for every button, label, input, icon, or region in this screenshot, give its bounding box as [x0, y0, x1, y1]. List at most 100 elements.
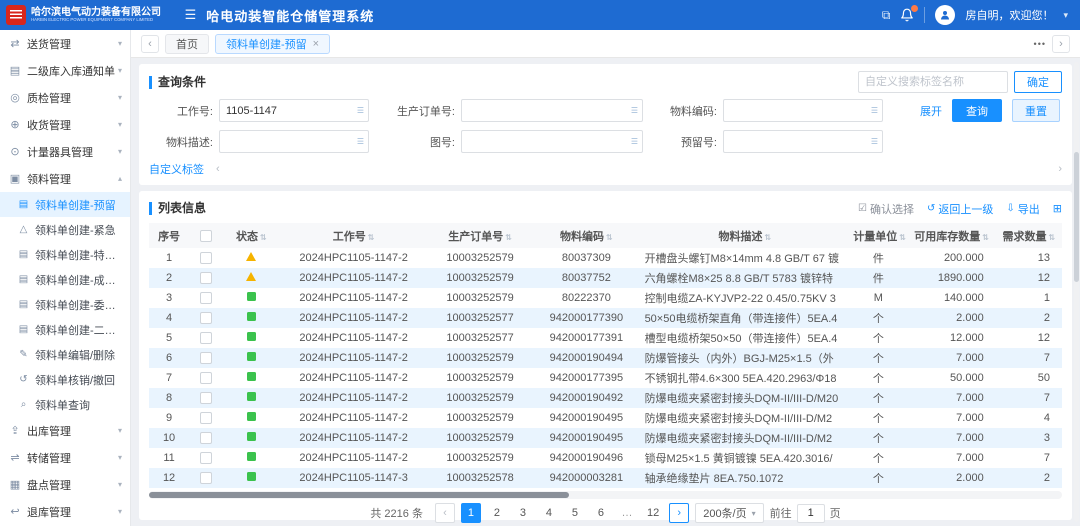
- pagination-page-button[interactable]: 12: [643, 503, 663, 523]
- table-row[interactable]: 92024HPC1105-1147-2100032525799420001904…: [149, 408, 1062, 428]
- cell-check[interactable]: [189, 348, 223, 368]
- page-size-select[interactable]: 200条/页▾: [695, 503, 763, 523]
- column-header-order_no[interactable]: 生产订单号⇅: [428, 223, 532, 248]
- cell-check[interactable]: [189, 328, 223, 348]
- sort-icon[interactable]: ⇅: [368, 233, 375, 242]
- confirm-button[interactable]: 确定: [1014, 71, 1062, 93]
- back-level-button[interactable]: ↺返回上一级: [927, 201, 993, 217]
- column-header-stock_qty[interactable]: 可用库存数量⇅: [907, 223, 995, 248]
- sort-icon[interactable]: ⇅: [982, 233, 989, 242]
- row-checkbox[interactable]: [200, 372, 212, 384]
- avatar[interactable]: [935, 5, 955, 25]
- pagination-page-button[interactable]: 4: [539, 503, 559, 523]
- vertical-scrollbar[interactable]: [1074, 62, 1079, 522]
- tag-scroll-right-icon[interactable]: ›: [1058, 163, 1062, 175]
- row-checkbox[interactable]: [200, 332, 212, 344]
- row-checkbox[interactable]: [200, 412, 212, 424]
- table-row[interactable]: 102024HPC1105-1147-210003252579942000190…: [149, 428, 1062, 448]
- goto-page-input[interactable]: [797, 504, 825, 523]
- column-header-demand_qty[interactable]: 需求数量⇅: [996, 223, 1062, 248]
- table-row[interactable]: 22024HPC1105-1147-21000325257980037752六角…: [149, 268, 1062, 288]
- export-button[interactable]: ⇩导出: [1006, 201, 1039, 217]
- query-input-material_code[interactable]: [724, 100, 882, 121]
- input-list-icon[interactable]: ☰: [357, 106, 364, 115]
- sidebar-item-return[interactable]: ↩退库管理▾: [0, 498, 130, 525]
- expand-link[interactable]: 展开: [920, 103, 942, 119]
- tab-close-icon[interactable]: ×: [313, 38, 319, 50]
- sidebar-item-quality[interactable]: ◎质检管理▾: [0, 84, 130, 111]
- column-header-work_no[interactable]: 工作号⇅: [279, 223, 427, 248]
- tab-0[interactable]: 首页: [165, 34, 209, 54]
- cell-check[interactable]: [189, 388, 223, 408]
- column-header-unit[interactable]: 计量单位⇅: [849, 223, 907, 248]
- pagination-page-button[interactable]: 2: [487, 503, 507, 523]
- sort-icon[interactable]: ⇅: [505, 233, 512, 242]
- confirm-select-button[interactable]: ☑确认选择: [858, 201, 914, 217]
- sidebar-item-receiving[interactable]: ⊕收货管理▾: [0, 111, 130, 138]
- row-checkbox[interactable]: [200, 392, 212, 404]
- input-list-icon[interactable]: ☰: [631, 137, 638, 146]
- sidebar-subitem-create-reserve[interactable]: ▤领料单创建-预留: [0, 192, 130, 217]
- query-input-reserve_no[interactable]: [724, 131, 882, 152]
- sidebar-subitem-create-outsourced[interactable]: ▤领料单创建-委外组件: [0, 292, 130, 317]
- sidebar-collapse-icon[interactable]: ☰: [185, 7, 197, 23]
- cell-check[interactable]: [189, 248, 223, 268]
- cell-check[interactable]: [189, 368, 223, 388]
- pagination-page-button[interactable]: 6: [591, 503, 611, 523]
- welcome-text[interactable]: 房自明，欢迎您！: [965, 7, 1053, 23]
- sidebar-subitem-query[interactable]: ⌕领料单查询: [0, 392, 130, 417]
- sort-icon[interactable]: ⇅: [606, 233, 613, 242]
- pagination-page-button[interactable]: 3: [513, 503, 533, 523]
- row-checkbox[interactable]: [200, 352, 212, 364]
- query-input-order_no[interactable]: [462, 100, 642, 121]
- input-list-icon[interactable]: ☰: [631, 106, 638, 115]
- row-checkbox[interactable]: [200, 432, 212, 444]
- fullscreen-icon[interactable]: ⧉: [882, 8, 891, 23]
- sort-icon[interactable]: ⇅: [260, 233, 267, 242]
- sidebar-item-outbound[interactable]: ⇪出库管理▾: [0, 417, 130, 444]
- table-row[interactable]: 12024HPC1105-1147-21000325257980037309开槽…: [149, 248, 1062, 268]
- query-input-material_desc[interactable]: [220, 131, 368, 152]
- cell-check[interactable]: [189, 408, 223, 428]
- table-row[interactable]: 62024HPC1105-1147-2100032525799420001904…: [149, 348, 1062, 368]
- horizontal-scrollbar[interactable]: [149, 491, 1062, 499]
- row-checkbox[interactable]: [200, 252, 212, 264]
- user-menu-caret-icon[interactable]: ▾: [1063, 10, 1068, 21]
- row-checkbox[interactable]: [200, 472, 212, 484]
- cell-check[interactable]: [189, 468, 223, 488]
- column-header-material_code[interactable]: 物料编码⇅: [532, 223, 640, 248]
- pagination-prev-button[interactable]: ‹: [435, 503, 455, 523]
- cell-check[interactable]: [189, 448, 223, 468]
- tab-forward-button[interactable]: ›: [1052, 35, 1070, 53]
- sidebar-subitem-writeoff-revoke[interactable]: ↺领料单核销/撤回: [0, 367, 130, 392]
- sidebar-subitem-create-special[interactable]: ▤领料单创建-特殊项目: [0, 242, 130, 267]
- sidebar-item-stocktake[interactable]: ▦盘点管理▾: [0, 471, 130, 498]
- column-settings-icon[interactable]: ⊞: [1053, 202, 1062, 215]
- pagination-page-button[interactable]: 5: [565, 503, 585, 523]
- sidebar-subitem-create-urgent[interactable]: △领料单创建-紧急: [0, 217, 130, 242]
- select-all-checkbox[interactable]: [200, 230, 212, 242]
- tab-1[interactable]: 领料单创建-预留×: [215, 34, 330, 54]
- input-list-icon[interactable]: ☰: [357, 137, 364, 146]
- sidebar-item-measuring-tools[interactable]: ⊙计量器具管理▾: [0, 138, 130, 165]
- sidebar-item-delivery[interactable]: ⇄送货管理▾: [0, 30, 130, 57]
- sidebar-item-secondary-inbound-notice[interactable]: ▤二级库入库通知单▾: [0, 57, 130, 84]
- tabs-more-button[interactable]: •••: [1034, 39, 1046, 49]
- reset-button[interactable]: 重置: [1012, 99, 1060, 122]
- table-row[interactable]: 42024HPC1105-1147-2100032525779420001773…: [149, 308, 1062, 328]
- notification-bell-icon[interactable]: [900, 8, 914, 22]
- tab-back-button[interactable]: ‹: [141, 35, 159, 53]
- sort-icon[interactable]: ⇅: [765, 233, 772, 242]
- pagination-page-button[interactable]: 1: [461, 503, 481, 523]
- cell-check[interactable]: [189, 268, 223, 288]
- sidebar-item-transfer[interactable]: ⇌转储管理▾: [0, 444, 130, 471]
- table-row[interactable]: 32024HPC1105-1147-21000325257980222370控制…: [149, 288, 1062, 308]
- table-row[interactable]: 112024HPC1105-1147-210003252579942000190…: [149, 448, 1062, 468]
- input-list-icon[interactable]: ☰: [871, 137, 878, 146]
- query-input-drawing_no[interactable]: [462, 131, 642, 152]
- sort-icon[interactable]: ⇅: [1049, 233, 1056, 242]
- table-row[interactable]: 52024HPC1105-1147-2100032525779420001773…: [149, 328, 1062, 348]
- table-row[interactable]: 72024HPC1105-1147-2100032525799420001773…: [149, 368, 1062, 388]
- tag-scroll-left-icon[interactable]: ‹: [216, 163, 220, 175]
- horizontal-scrollbar-thumb[interactable]: [149, 492, 569, 498]
